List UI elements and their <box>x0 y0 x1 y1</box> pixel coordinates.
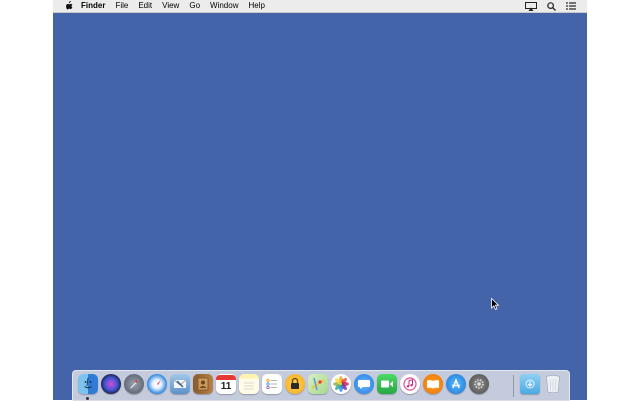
launchpad-icon[interactable] <box>124 374 144 394</box>
desktop[interactable] <box>53 0 587 400</box>
photos-icon[interactable] <box>331 374 351 394</box>
status-area <box>525 1 577 11</box>
menu-window[interactable]: Window <box>210 0 238 12</box>
siri-icon[interactable] <box>101 374 121 394</box>
dock-divider <box>513 375 514 397</box>
maps-icon[interactable] <box>308 374 328 394</box>
menu-app-name[interactable]: Finder <box>81 0 105 12</box>
menu-edit[interactable]: Edit <box>138 0 152 12</box>
mouse-pointer-icon <box>491 298 500 310</box>
airplay-icon[interactable] <box>525 1 537 11</box>
notification-center-icon[interactable] <box>565 1 577 11</box>
messages-icon[interactable] <box>354 374 374 394</box>
apple-icon[interactable] <box>64 0 73 12</box>
trash-icon[interactable] <box>543 374 563 394</box>
downloads-folder-icon[interactable] <box>520 374 540 394</box>
finder-icon[interactable] <box>78 374 98 394</box>
menu-file[interactable]: File <box>115 0 128 12</box>
keychain-lock-icon[interactable] <box>285 374 305 394</box>
reminders-icon[interactable] <box>262 374 282 394</box>
app-store-icon[interactable] <box>446 374 466 394</box>
itunes-icon[interactable] <box>400 374 420 394</box>
system-preferences-icon[interactable] <box>469 374 489 394</box>
menu-view[interactable]: View <box>162 0 179 12</box>
calendar-icon[interactable]: 11 <box>216 374 236 394</box>
menu-go[interactable]: Go <box>189 0 200 12</box>
mail-icon[interactable] <box>170 374 190 394</box>
spotlight-search-icon[interactable] <box>545 1 557 11</box>
notes-icon[interactable] <box>239 374 259 394</box>
ibooks-icon[interactable] <box>423 374 443 394</box>
dock: 11 <box>72 370 570 401</box>
safari-icon[interactable] <box>147 374 167 394</box>
facetime-icon[interactable] <box>377 374 397 394</box>
calendar-date: 11 <box>220 380 232 392</box>
menu-bar: Finder File Edit View Go Window Help <box>53 0 587 13</box>
menu-help[interactable]: Help <box>248 0 264 12</box>
contacts-icon[interactable] <box>193 374 213 394</box>
